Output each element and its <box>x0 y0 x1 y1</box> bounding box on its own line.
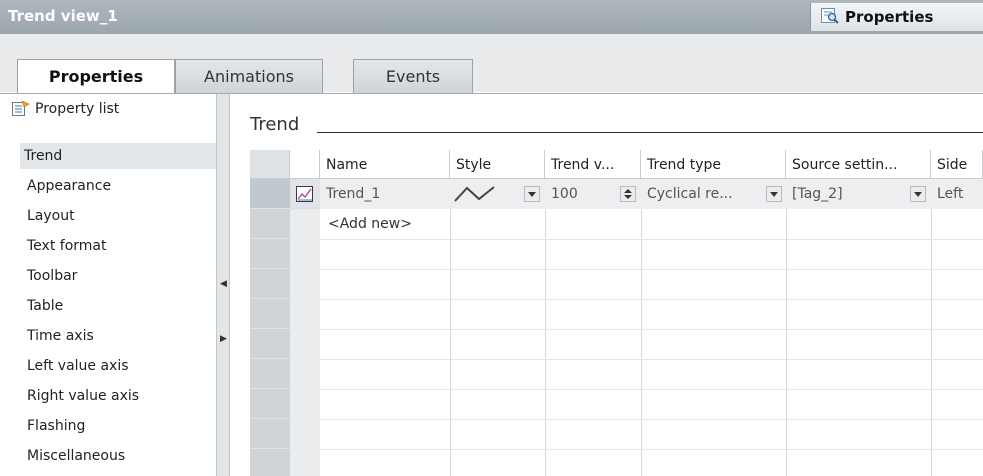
nav-item-trend[interactable]: Trend <box>20 143 216 169</box>
col-header-trend-type[interactable]: Trend type <box>641 150 786 179</box>
grid-line <box>320 329 983 330</box>
dropdown-arrow-icon <box>770 192 778 197</box>
row-header <box>250 359 290 389</box>
col-header-name[interactable]: Name <box>320 150 450 179</box>
nav-item-appearance[interactable]: Appearance <box>23 173 216 199</box>
grid-line <box>320 389 983 390</box>
grid-line <box>320 449 983 450</box>
spinner-updown-icon <box>624 189 632 199</box>
col-header-side[interactable]: Side <box>931 150 983 179</box>
grid-line <box>641 179 642 476</box>
trend-chart-icon <box>296 186 313 202</box>
col-header-source-settings[interactable]: Source settin... <box>786 150 931 179</box>
col-header-style[interactable]: Style <box>450 150 545 179</box>
grid-line <box>545 179 546 476</box>
grid-line <box>786 179 787 476</box>
row-header[interactable] <box>250 179 290 209</box>
dropdown-arrow-icon <box>528 192 536 197</box>
row-header <box>250 299 290 329</box>
magnifier-properties-icon <box>821 8 839 24</box>
trend-values-cell[interactable]: 100 <box>545 179 605 209</box>
row-header <box>250 389 290 419</box>
expand-right-icon[interactable]: ▶ <box>220 334 227 344</box>
grid-line <box>931 179 932 476</box>
property-list-icon <box>12 100 30 116</box>
nav-item-left-value-axis[interactable]: Left value axis <box>23 353 216 379</box>
row-header <box>250 449 290 476</box>
indicator-header <box>290 150 320 179</box>
tab-properties[interactable]: Properties <box>17 59 175 95</box>
trend-table: Name Style Trend v... Trend type Source … <box>250 150 983 476</box>
style-dropdown-button[interactable] <box>524 186 540 202</box>
tab-animations[interactable]: Animations <box>175 59 323 93</box>
property-list-link[interactable]: Property list <box>12 100 119 117</box>
inspector-properties-label: Properties <box>845 8 934 26</box>
row-header[interactable] <box>250 209 290 239</box>
nav-item-text-format[interactable]: Text format <box>23 233 216 259</box>
section-title: Trend <box>250 114 300 135</box>
row-header <box>250 239 290 269</box>
nav-item-layout[interactable]: Layout <box>23 203 216 229</box>
pane-splitter[interactable]: ◀ ▶ <box>216 94 230 476</box>
line-style-icon <box>454 186 495 202</box>
nav-item-table[interactable]: Table <box>23 293 216 319</box>
grid-line <box>320 359 983 360</box>
window-title: Trend view_1 <box>8 7 118 25</box>
grid-line <box>320 269 983 270</box>
add-new-row[interactable]: <Add new> <box>328 209 412 239</box>
nav-item-toolbar[interactable]: Toolbar <box>23 263 216 289</box>
row-header <box>250 329 290 359</box>
inspector-properties-tab[interactable]: Properties <box>810 3 983 31</box>
source-settings-cell[interactable]: [Tag_2] <box>786 179 896 209</box>
grid-line <box>320 299 983 300</box>
grid-line <box>320 419 983 420</box>
grid-line <box>450 179 451 476</box>
trend-type-cell[interactable]: Cyclical re... <box>641 179 751 209</box>
tab-events[interactable]: Events <box>353 59 473 93</box>
nav-item-time-axis[interactable]: Time axis <box>23 323 216 349</box>
row-header <box>250 419 290 449</box>
side-cell[interactable]: Left <box>931 179 983 209</box>
col-header-trend-values[interactable]: Trend v... <box>545 150 641 179</box>
source-settings-dropdown-button[interactable] <box>910 186 926 202</box>
section-divider <box>317 132 983 133</box>
trend-type-dropdown-button[interactable] <box>766 186 782 202</box>
grid-line <box>320 239 983 240</box>
trend-values-spinner[interactable] <box>620 186 636 202</box>
nav-item-right-value-axis[interactable]: Right value axis <box>23 383 216 409</box>
trend-name-cell[interactable]: Trend_1 <box>320 179 450 209</box>
row-indicator <box>290 209 320 476</box>
row-header-corner <box>250 150 290 179</box>
collapse-left-icon[interactable]: ◀ <box>220 279 227 289</box>
row-header <box>250 269 290 299</box>
dropdown-arrow-icon <box>914 192 922 197</box>
property-list-label: Property list <box>35 101 120 117</box>
nav-item-miscellaneous[interactable]: Miscellaneous <box>23 443 216 469</box>
nav-item-flashing[interactable]: Flashing <box>23 413 216 439</box>
title-bar: Trend view_1 Properties <box>0 0 983 34</box>
